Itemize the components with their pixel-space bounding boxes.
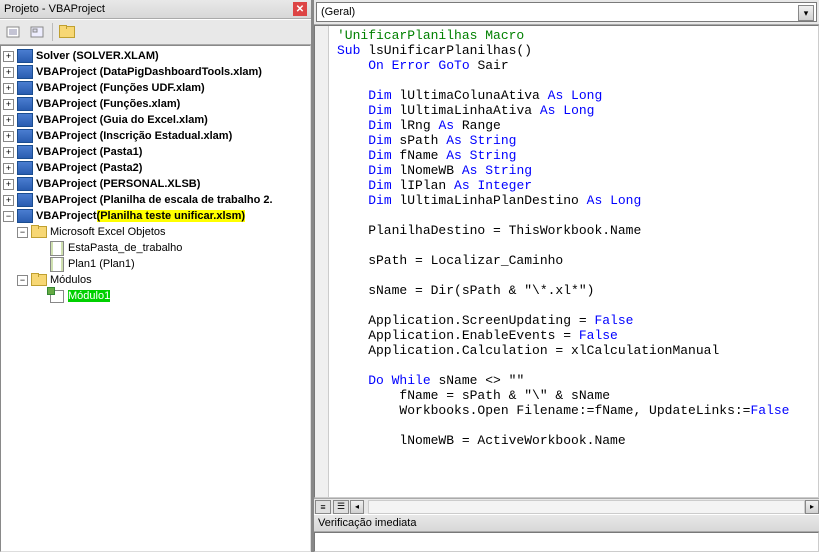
code-margin (315, 26, 329, 497)
project-node[interactable]: + VBAProject (Planilha de escala de traba… (1, 192, 310, 208)
vbaproject-icon (17, 209, 33, 223)
project-node[interactable]: + VBAProject (Guia do Excel.xlam) (1, 112, 310, 128)
vbaproject-icon (17, 161, 33, 175)
project-node[interactable]: + VBAProject (Funções UDF.xlam) (1, 80, 310, 96)
collapse-icon[interactable]: − (17, 227, 28, 238)
object-label: Plan1 (Plan1) (68, 258, 135, 270)
object-combo[interactable]: (Geral) (316, 2, 817, 22)
view-object-button[interactable] (26, 22, 48, 42)
vbaproject-icon (17, 145, 33, 159)
module-node[interactable]: Módulo1 (1, 288, 310, 304)
project-node[interactable]: + VBAProject (Pasta2) (1, 160, 310, 176)
code-editor[interactable]: 'UnificarPlanilhas MacroSub lsUnificarPl… (314, 25, 819, 498)
project-label: VBAProject (Funções UDF.xlam) (36, 82, 205, 94)
project-label-name: (Planilha teste unificar.xlsm) (97, 210, 246, 222)
immediate-panel[interactable] (314, 532, 819, 552)
project-node[interactable]: + VBAProject (Inscrição Estadual.xlam) (1, 128, 310, 144)
module-label: Módulo1 (68, 290, 110, 302)
sheet-icon (49, 241, 65, 255)
code-combobar: (Geral) (314, 0, 819, 25)
vbaproject-icon (17, 49, 33, 63)
project-panel-title-text: Projeto - VBAProject (4, 3, 105, 15)
code-text[interactable]: 'UnificarPlanilhas MacroSub lsUnificarPl… (329, 26, 818, 497)
module-icon (49, 289, 65, 303)
project-label: VBAProject (PERSONAL.XLSB) (36, 178, 200, 190)
folder-toggle-button[interactable] (57, 22, 79, 42)
project-node[interactable]: + VBAProject (PERSONAL.XLSB) (1, 176, 310, 192)
expand-icon[interactable]: + (3, 83, 14, 94)
project-node-active[interactable]: − VBAProject (Planilha teste unificar.xls… (1, 208, 310, 224)
project-label: VBAProject (Pasta2) (36, 162, 142, 174)
project-node[interactable]: + VBAProject (DataPigDashboardTools.xlam) (1, 64, 310, 80)
expand-icon[interactable]: + (3, 99, 14, 110)
scroll-right-button[interactable]: ▸ (805, 500, 819, 514)
object-combo-value: (Geral) (321, 6, 355, 18)
project-node[interactable]: + VBAProject (Funções.xlam) (1, 96, 310, 112)
vbaproject-icon (17, 97, 33, 111)
project-node[interactable]: + VBAProject (Pasta1) (1, 144, 310, 160)
code-bottom-bar: ≡ ☰ ◂ ▸ (314, 498, 819, 514)
procedure-view-button[interactable]: ≡ (315, 500, 331, 514)
vbaproject-icon (17, 193, 33, 207)
hscroll-track[interactable] (368, 500, 805, 514)
folder-objects[interactable]: − Microsoft Excel Objetos (1, 224, 310, 240)
project-tree[interactable]: + Solver (SOLVER.XLAM) + VBAProject (DataPi… (0, 45, 311, 552)
expand-icon[interactable]: + (3, 67, 14, 78)
folder-label: Módulos (50, 274, 92, 286)
project-label-prefix: VBAProject (36, 210, 97, 222)
vbaproject-icon (17, 65, 33, 79)
worksheet-object[interactable]: Plan1 (Plan1) (1, 256, 310, 272)
scroll-left-button[interactable]: ◂ (350, 500, 364, 514)
object-label: EstaPasta_de_trabalho (68, 242, 182, 254)
sheet-icon (49, 257, 65, 271)
expand-icon[interactable]: + (3, 195, 14, 206)
project-label: VBAProject (Inscrição Estadual.xlam) (36, 130, 232, 142)
expand-icon[interactable]: + (3, 147, 14, 158)
close-icon[interactable]: ✕ (293, 2, 307, 16)
vbaproject-icon (17, 81, 33, 95)
folder-icon (31, 225, 47, 239)
folder-modules[interactable]: − Módulos (1, 272, 310, 288)
expand-icon[interactable]: + (3, 163, 14, 174)
project-toolbar (0, 19, 311, 45)
folder-icon (31, 273, 47, 287)
project-label: VBAProject (Guia do Excel.xlam) (36, 114, 208, 126)
folder-icon (59, 25, 75, 39)
expand-icon[interactable]: + (3, 179, 14, 190)
project-label: VBAProject (Funções.xlam) (36, 98, 180, 110)
immediate-panel-title: Verificação imediata (314, 514, 819, 532)
collapse-icon[interactable]: − (3, 211, 14, 222)
collapse-icon[interactable]: − (17, 275, 28, 286)
worksheet-object[interactable]: EstaPasta_de_trabalho (1, 240, 310, 256)
project-label: VBAProject (Pasta1) (36, 146, 142, 158)
expand-icon[interactable]: + (3, 51, 14, 62)
project-label: Solver (SOLVER.XLAM) (36, 50, 159, 62)
project-panel-title: Projeto - VBAProject ✕ (0, 0, 311, 19)
view-code-button[interactable] (2, 22, 24, 42)
project-label: VBAProject (DataPigDashboardTools.xlam) (36, 66, 262, 78)
folder-label: Microsoft Excel Objetos (50, 226, 166, 238)
project-label: VBAProject (Planilha de escala de trabal… (36, 194, 273, 206)
vbaproject-icon (17, 177, 33, 191)
project-node[interactable]: + Solver (SOLVER.XLAM) (1, 48, 310, 64)
vbaproject-icon (17, 129, 33, 143)
expand-icon[interactable]: + (3, 115, 14, 126)
vbaproject-icon (17, 113, 33, 127)
expand-icon[interactable]: + (3, 131, 14, 142)
full-module-view-button[interactable]: ☰ (333, 500, 349, 514)
